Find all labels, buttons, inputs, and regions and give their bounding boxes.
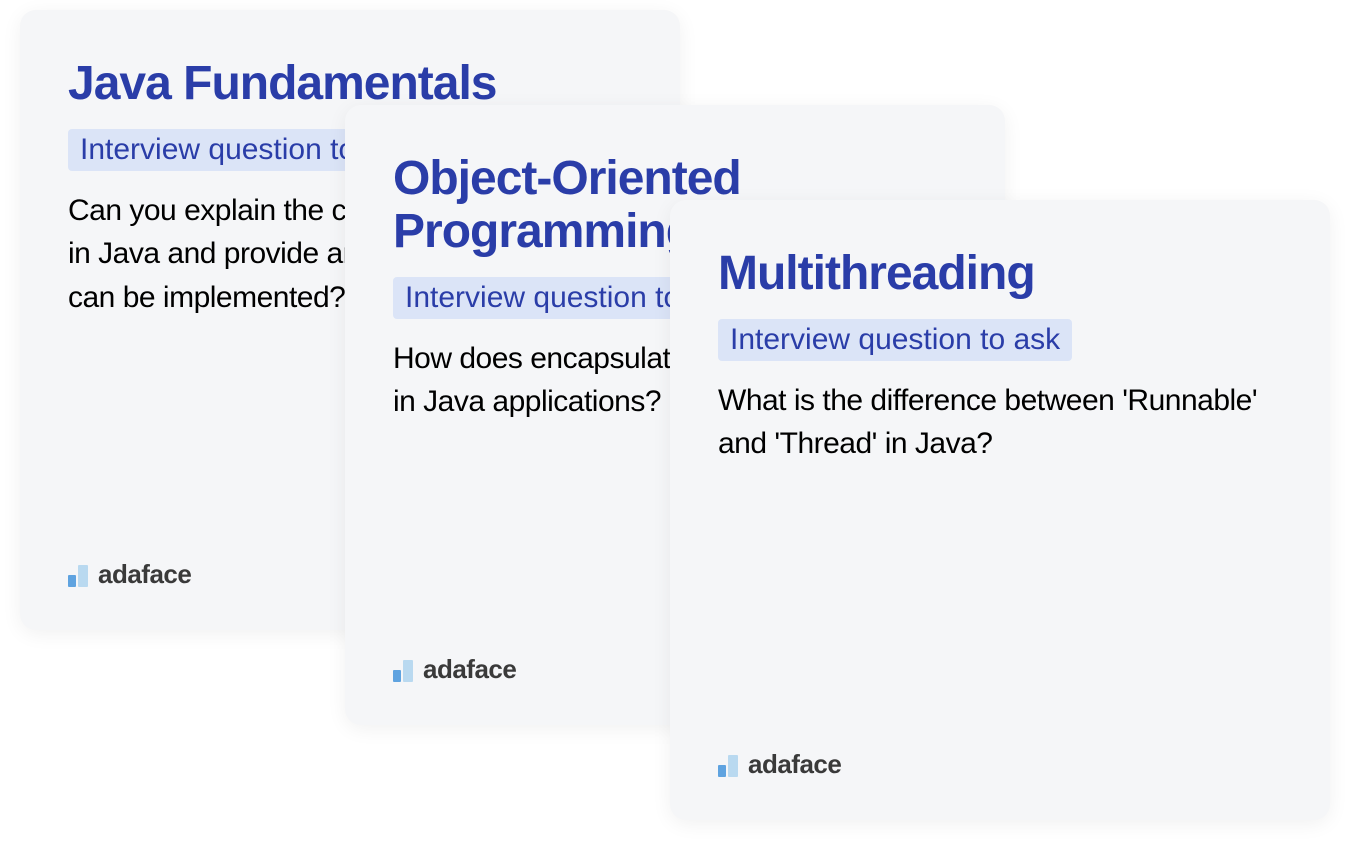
interview-card: Multithreading Interview question to ask… bbox=[670, 200, 1330, 820]
card-footer: adaface bbox=[718, 749, 841, 780]
card-footer: adaface bbox=[393, 654, 516, 685]
card-title: Java Fundamentals bbox=[68, 58, 632, 111]
adaface-logo-icon bbox=[393, 658, 413, 682]
brand-name: adaface bbox=[423, 654, 516, 685]
card-question: What is the difference between 'Runnable… bbox=[718, 379, 1282, 466]
brand-name: adaface bbox=[98, 559, 191, 590]
card-badge: Interview question to ask bbox=[718, 319, 1072, 361]
brand-name: adaface bbox=[748, 749, 841, 780]
adaface-logo-icon bbox=[718, 753, 738, 777]
card-footer: adaface bbox=[68, 559, 191, 590]
card-title: Multithreading bbox=[718, 248, 1282, 301]
adaface-logo-icon bbox=[68, 563, 88, 587]
